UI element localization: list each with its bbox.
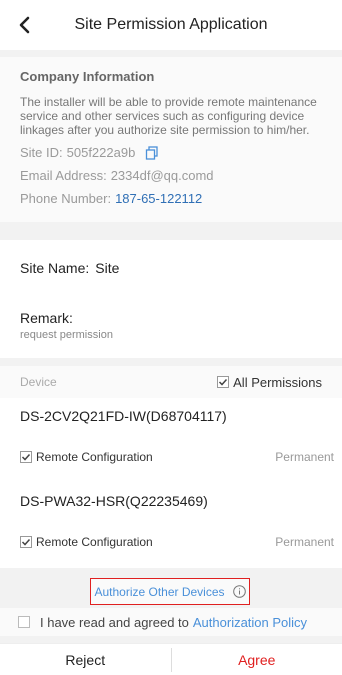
agreement-row: I have read and agreed to Authorization … [0, 608, 342, 636]
agree-button[interactable]: Agree [172, 652, 342, 668]
header: Site Permission Application [0, 0, 342, 50]
remark-row: Remark: request permission [0, 296, 342, 358]
device-name: DS-2CV2Q21FD-IW(D68704117) [20, 408, 227, 424]
device-permission-row: Remote Configuration Permanent [20, 535, 334, 549]
email-row: Email Address: 2334df@qq.comd [20, 168, 322, 183]
checkbox-checked-icon [217, 376, 230, 388]
site-id-value: 505f222a9b [66, 145, 136, 160]
authorization-policy-link[interactable]: Authorization Policy [193, 615, 307, 630]
checkbox-checked-icon [20, 451, 32, 463]
copy-icon[interactable] [145, 145, 159, 160]
permission-label: Remote Configuration [36, 450, 153, 464]
email-label: Email Address: [20, 168, 107, 183]
back-arrow-icon [19, 16, 30, 34]
reject-button[interactable]: Reject [0, 652, 171, 668]
company-info-section: Company Information The installer will b… [0, 57, 342, 222]
site-name-label: Site Name: [20, 260, 90, 276]
authorize-other-devices-button[interactable]: Authorize Other Devices [90, 578, 250, 605]
device-permission-row: Remote Configuration Permanent [20, 450, 334, 464]
footer-actions: Reject Agree [0, 643, 342, 675]
info-icon[interactable] [232, 585, 246, 598]
device-header: Device All Permissions [0, 366, 342, 398]
remote-configuration-checkbox[interactable]: Remote Configuration [20, 450, 153, 464]
device-item: DS-PWA32-HSR(Q22235469) Remote Configura… [0, 483, 342, 568]
page-title: Site Permission Application [74, 16, 268, 33]
permission-label: Remote Configuration [36, 535, 153, 549]
phone-row: Phone Number: 187-65-122112 [20, 191, 322, 206]
site-name-value: Site [95, 260, 120, 276]
permission-duration[interactable]: Permanent [275, 535, 334, 549]
remote-configuration-checkbox[interactable]: Remote Configuration [20, 535, 153, 549]
checkbox-checked-icon [20, 536, 32, 548]
device-list: DS-2CV2Q21FD-IW(D68704117) Remote Config… [0, 398, 342, 568]
all-permissions-checkbox[interactable]: All Permissions [217, 375, 322, 390]
phone-value: 187-65-122112 [115, 191, 203, 206]
email-value: 2334df@qq.comd [110, 168, 214, 183]
site-name-row: Site Name: Site [0, 240, 342, 296]
back-button[interactable] [12, 12, 38, 38]
authorize-other-devices-label: Authorize Other Devices [94, 584, 225, 599]
agreement-text: I have read and agreed to [40, 614, 189, 630]
all-permissions-label: All Permissions [233, 374, 322, 390]
device-name: DS-PWA32-HSR(Q22235469) [20, 493, 208, 509]
company-info-title: Company Information [20, 69, 155, 84]
agreement-checkbox[interactable] [18, 616, 30, 628]
site-id-label: Site ID: [20, 145, 63, 160]
device-item: DS-2CV2Q21FD-IW(D68704117) Remote Config… [0, 398, 342, 483]
remark-value: request permission [20, 329, 113, 341]
permission-duration[interactable]: Permanent [275, 450, 334, 464]
phone-label: Phone Number: [20, 191, 112, 206]
company-description: The installer will be able to provide re… [20, 95, 317, 137]
site-id-row: Site ID: 505f222a9b [20, 145, 322, 160]
device-header-label: Device [20, 375, 57, 389]
remark-label: Remark: [20, 310, 73, 326]
